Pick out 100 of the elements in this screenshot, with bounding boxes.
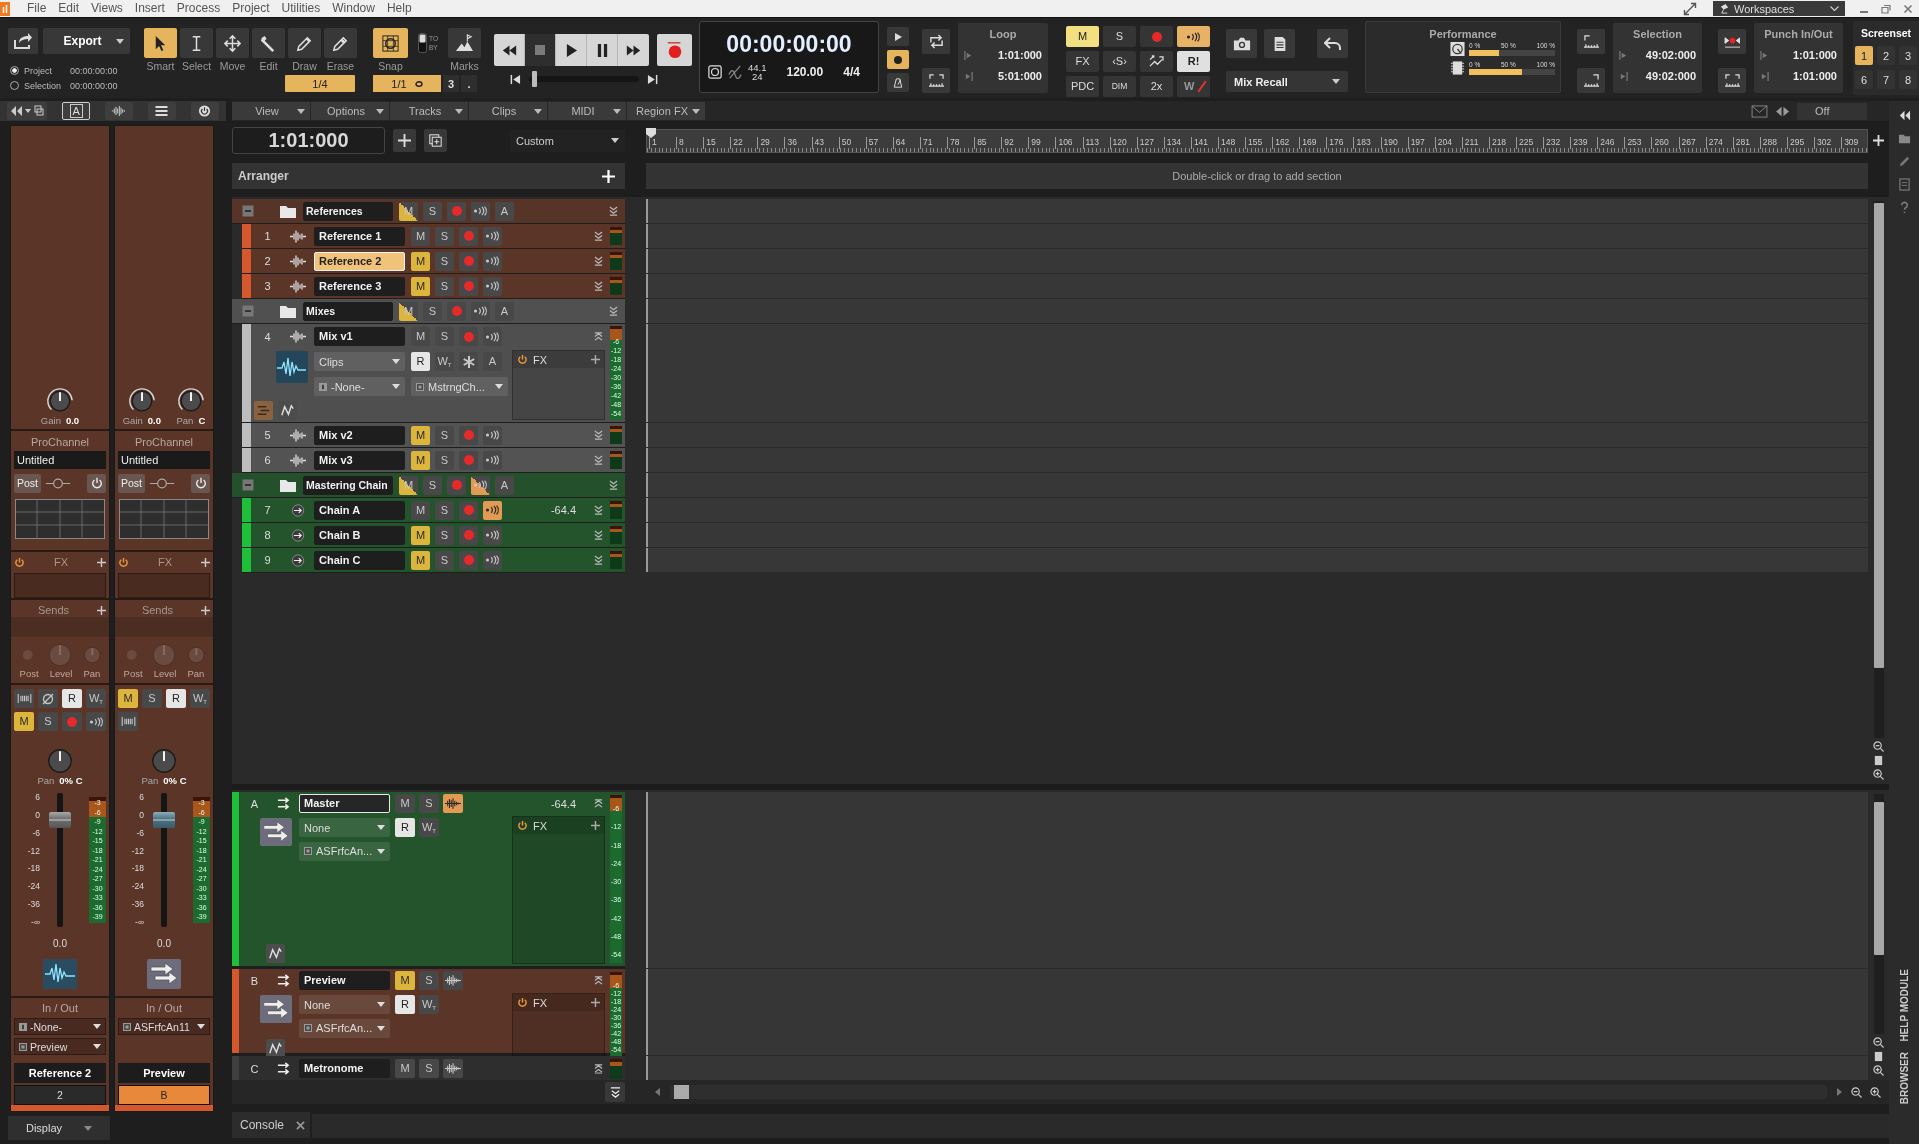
mute-button[interactable]: M	[411, 226, 430, 246]
write-automation-button[interactable]: W$_{T}$	[419, 995, 439, 1014]
zoom-out-icon[interactable]	[1851, 1086, 1862, 1098]
fx-rack[interactable]: FX	[512, 993, 605, 1059]
menu-item[interactable]: Views	[91, 0, 123, 17]
solo-button[interactable]: S	[423, 201, 442, 221]
set-loop-button[interactable]	[922, 68, 950, 93]
post-button[interactable]: Post	[118, 473, 145, 493]
archive-button[interactable]: A	[495, 475, 514, 495]
now-marker-icon[interactable]	[645, 126, 657, 139]
solo-button[interactable]: S	[1103, 26, 1136, 47]
mute-button[interactable]: M	[411, 276, 430, 296]
stop-button[interactable]	[525, 34, 556, 66]
input-echo-button[interactable]	[483, 327, 502, 346]
rewind-button[interactable]	[494, 34, 525, 66]
output-dropdown[interactable]: ASFrfcAn...	[299, 1018, 390, 1038]
screenset-button[interactable]: 6	[1855, 70, 1873, 89]
input-echo-button[interactable]	[483, 226, 502, 246]
solo-button[interactable]: S	[435, 251, 454, 271]
add-icon[interactable]	[97, 605, 106, 615]
menu-item[interactable]: Insert	[134, 0, 165, 17]
metronome-toggle-button[interactable]	[887, 73, 909, 92]
chevrons-down-icon[interactable]	[594, 505, 603, 515]
input-echo-button[interactable]	[483, 276, 502, 296]
toggle-switch-icon[interactable]	[418, 33, 428, 53]
bus-name-field[interactable]: Preview	[299, 971, 390, 990]
power-icon[interactable]	[517, 820, 528, 831]
slider-handle[interactable]	[532, 71, 538, 87]
solo-button[interactable]: S	[419, 1059, 439, 1078]
input-echo-button[interactable]	[483, 525, 502, 545]
chevrons-up-icon[interactable]	[594, 975, 603, 986]
input-echo-button[interactable]	[1177, 26, 1210, 47]
arranger-lane[interactable]: Double-click or drag to add section	[646, 163, 1868, 189]
mute-button[interactable]: M	[411, 500, 430, 520]
volume-reading[interactable]: -64.4	[550, 504, 576, 516]
radio-button[interactable]	[10, 66, 19, 75]
volume-reading[interactable]: -64.4	[550, 797, 576, 810]
zoom-out-icon[interactable]	[1873, 741, 1884, 752]
track-header[interactable]: 3 Reference 3 M S	[242, 274, 625, 299]
read-automation-button[interactable]: R!	[1177, 51, 1210, 72]
solo-button[interactable]: S	[435, 550, 454, 570]
meter-button[interactable]	[14, 689, 34, 708]
close-icon[interactable]	[1903, 3, 1913, 14]
screenset-button[interactable]: 8	[1899, 70, 1917, 89]
triplet-button[interactable]: 3	[443, 75, 459, 92]
selection-end-button[interactable]	[1577, 68, 1605, 93]
zoom-in-icon[interactable]	[1873, 1065, 1884, 1076]
go-to-start-icon[interactable]	[510, 73, 521, 85]
mute-button[interactable]: M	[14, 712, 34, 731]
zoom-out-icon[interactable]	[1873, 1037, 1884, 1048]
input-echo-button[interactable]	[483, 450, 502, 470]
post-button[interactable]: Post	[14, 473, 41, 493]
strip-name-field[interactable]: Reference 2	[14, 1063, 106, 1083]
snapshot-button[interactable]	[1226, 29, 1257, 58]
notes-button[interactable]	[1264, 29, 1295, 58]
chevrons-down-icon[interactable]	[594, 231, 603, 241]
solo-button[interactable]: S	[435, 525, 454, 545]
output-dropdown[interactable]: Preview	[14, 1038, 106, 1055]
envelope-icon[interactable]	[1751, 104, 1768, 118]
bus-name-field[interactable]: Master	[299, 794, 390, 813]
record-button[interactable]	[657, 34, 692, 66]
chevrons-up-icon[interactable]	[594, 798, 603, 809]
pan-knob[interactable]	[150, 747, 178, 775]
write-automation-button[interactable]: W$_{T}$	[86, 689, 106, 708]
slashed-wave-icon[interactable]	[728, 65, 742, 79]
export-dropdown[interactable]: Export	[43, 28, 130, 54]
input-echo-button[interactable]	[471, 301, 490, 321]
mono-button[interactable]	[443, 971, 463, 990]
menu-item[interactable]: Edit	[58, 0, 80, 17]
track-name-field[interactable]: Mix v3	[314, 450, 405, 470]
zoom-in-icon[interactable]	[1870, 1086, 1881, 1098]
input-dropdown[interactable]: None	[299, 818, 390, 837]
smart-tool-button[interactable]	[144, 28, 177, 58]
solo-button[interactable]: S	[435, 327, 454, 346]
menu-item[interactable]: Window	[332, 0, 375, 17]
input-echo-button[interactable]	[471, 475, 490, 495]
chevrons-down-icon[interactable]	[594, 1063, 603, 1074]
menu-item[interactable]: Process	[176, 0, 221, 17]
solo-button[interactable]: S	[38, 712, 58, 731]
preset-field[interactable]: Untitled	[118, 451, 210, 469]
add-icon[interactable]	[97, 557, 106, 567]
tempo[interactable]: 120.00	[786, 65, 824, 79]
collapse-icon[interactable]	[242, 205, 254, 217]
input-echo-button[interactable]	[483, 425, 502, 445]
menu-item[interactable]: Project	[232, 0, 270, 17]
fader-handle[interactable]	[153, 811, 175, 828]
solo-button[interactable]: S	[435, 500, 454, 520]
eq-graph[interactable]	[119, 499, 209, 539]
dim-button[interactable]: DIM	[1103, 76, 1136, 97]
snap-button[interactable]	[373, 28, 408, 58]
automation-icon[interactable]	[266, 944, 285, 963]
add-icon[interactable]	[591, 355, 600, 364]
side-panel-tab[interactable]: HELP MODULE	[1898, 969, 1910, 1042]
mute-button[interactable]: M	[411, 425, 430, 445]
power-icon[interactable]	[517, 354, 528, 365]
mute-button[interactable]: M	[395, 794, 415, 813]
dotted-button[interactable]: .	[461, 75, 477, 92]
track-name-field[interactable]: Chain B	[314, 525, 405, 545]
preset-field[interactable]: Untitled	[14, 451, 106, 469]
chevrons-down-icon[interactable]	[594, 281, 603, 291]
